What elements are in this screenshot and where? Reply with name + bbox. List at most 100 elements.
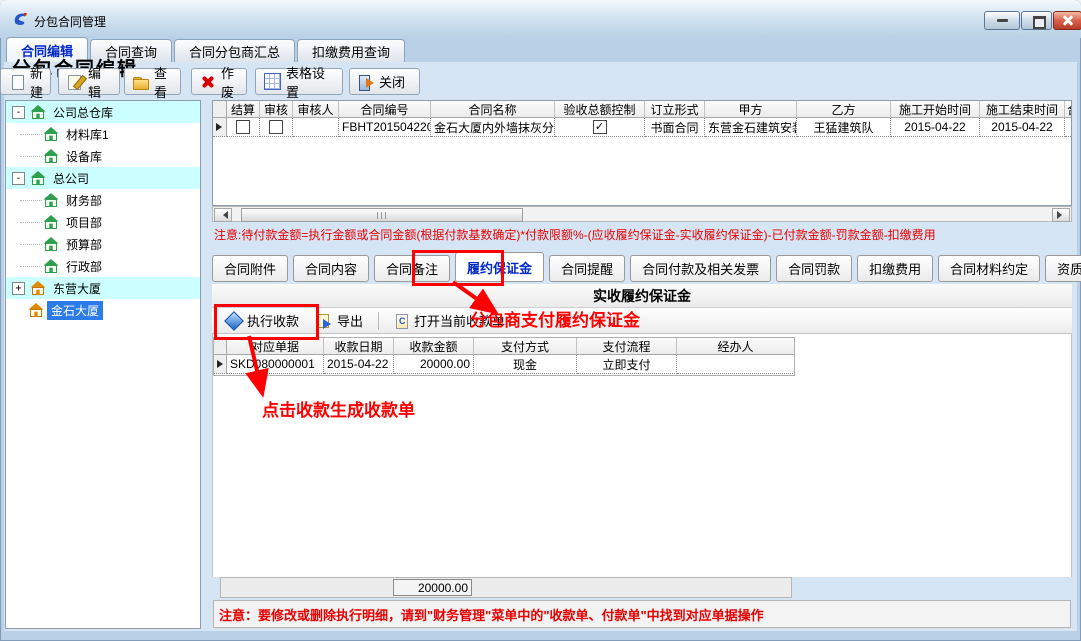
tree-collapse-icon[interactable]: -: [12, 106, 25, 119]
settle-checkbox[interactable]: [236, 120, 250, 134]
payable-formula-note: 注意:待付款金额=执行金额或合同金额(根据付款基数确定)*付款限额%-(应收履约…: [214, 226, 936, 243]
tree-item-budget-dept[interactable]: 预算部: [6, 233, 200, 255]
auditor-cell[interactable]: [293, 118, 339, 137]
acceptance-checkbox-checked[interactable]: ✓: [593, 120, 607, 134]
col-contract-no[interactable]: 合同编号: [339, 101, 431, 118]
view-button[interactable]: 查看: [124, 68, 181, 95]
col-contract-name[interactable]: 合同名称: [431, 101, 555, 118]
handler-cell[interactable]: [677, 355, 795, 374]
red-x-icon: [200, 74, 216, 90]
col-form[interactable]: 订立形式: [645, 101, 705, 118]
settle-cell[interactable]: [227, 118, 260, 137]
export-icon: [317, 313, 333, 329]
exit-door-icon: [358, 74, 374, 90]
col-handler[interactable]: 经办人: [677, 338, 795, 355]
party-a-cell[interactable]: 东营金石建筑安装: [705, 118, 797, 137]
tab-contract-content[interactable]: 合同内容: [293, 255, 369, 282]
tree-item-head-office[interactable]: - 总公司: [6, 167, 200, 189]
contract-name-cell[interactable]: 金石大厦内外墙抹灰分: [431, 118, 555, 137]
row-selector[interactable]: [214, 355, 227, 374]
tab-qualification-mgmt[interactable]: 资质管理: [1045, 255, 1081, 282]
tab-payment-invoices[interactable]: 合同付款及相关发票: [630, 255, 771, 282]
scroll-left-button[interactable]: [214, 208, 232, 222]
col-acceptance-control[interactable]: 验收总额控制: [555, 101, 645, 118]
tab-withholding-query[interactable]: 扣缴费用查询: [297, 39, 405, 62]
void-button[interactable]: 作废: [191, 68, 247, 95]
table-settings-button[interactable]: 表格设置: [255, 68, 343, 95]
tree-item-dongying-tower[interactable]: + 东营大厦: [6, 277, 200, 299]
end-date-cell[interactable]: 2015-04-22: [980, 118, 1065, 137]
tree-item-company-warehouse[interactable]: - 公司总仓库: [6, 101, 200, 123]
close-form-label: 关闭: [379, 72, 405, 91]
toolbar-divider: [378, 312, 379, 330]
form-cell[interactable]: 书面合同: [645, 118, 705, 137]
app-logo-icon: [12, 11, 28, 27]
app-window: 分包合同管理 合同编辑 合同查询 合同分包商汇总 扣缴费用查询 分包合同编辑 新…: [0, 0, 1081, 641]
col-pay-flow[interactable]: 支付流程: [577, 338, 677, 355]
tree-item-label: 行政部: [62, 257, 106, 276]
deposit-panel-title: 实收履约保证金: [212, 284, 1072, 308]
edit-button[interactable]: 编辑: [58, 68, 120, 95]
contract-no-cell[interactable]: FBHT2015042201: [339, 118, 431, 137]
pay-method-cell[interactable]: 现金: [474, 355, 577, 374]
audit-checkbox[interactable]: [269, 120, 283, 134]
col-settle[interactable]: 结算: [227, 101, 260, 118]
col-auditor[interactable]: 审核人: [293, 101, 339, 118]
doc-no-cell[interactable]: SKD080000001: [227, 355, 324, 374]
minimize-button[interactable]: [984, 11, 1020, 30]
tab-material-agreement[interactable]: 合同材料约定: [938, 255, 1040, 282]
scroll-right-button[interactable]: [1052, 208, 1070, 222]
party-b-cell[interactable]: 王猛建筑队: [797, 118, 891, 137]
tree-collapse-icon[interactable]: -: [12, 172, 25, 185]
row-selector[interactable]: [213, 118, 227, 137]
start-date-cell[interactable]: 2015-04-22: [891, 118, 980, 137]
new-button[interactable]: 新建: [0, 68, 51, 95]
col-partial[interactable]: 合: [1065, 101, 1072, 118]
partial-cell[interactable]: [1065, 118, 1072, 137]
tree-item-admin-dept[interactable]: 行政部: [6, 255, 200, 277]
close-button[interactable]: [1053, 11, 1081, 30]
col-receipt-amount[interactable]: 收款金额: [394, 338, 474, 355]
close-form-button[interactable]: 关闭: [349, 68, 420, 95]
contracts-hscrollbar[interactable]: [212, 206, 1072, 222]
tree-item-finance-dept[interactable]: 财务部: [6, 189, 200, 211]
tab-contract-penalty[interactable]: 合同罚款: [776, 255, 852, 282]
acceptance-control-cell[interactable]: ✓: [555, 118, 645, 137]
col-doc-no[interactable]: 对应单据: [227, 338, 324, 355]
tab-contract-attachments[interactable]: 合同附件: [212, 255, 288, 282]
tree-item-jinshi-tower-selected[interactable]: 金石大厦: [6, 299, 200, 321]
tree-item-material-store[interactable]: 材料库1: [6, 123, 200, 145]
receipt-row[interactable]: SKD080000001 2015-04-22 20000.00 现金 立即支付: [214, 355, 794, 374]
tree-expand-icon[interactable]: +: [12, 282, 25, 295]
tree-item-project-dept[interactable]: 项目部: [6, 211, 200, 233]
title-bar: 分包合同管理: [0, 0, 1081, 38]
tab-contract-reminder[interactable]: 合同提醒: [549, 255, 625, 282]
maximize-button[interactable]: [1021, 11, 1052, 30]
tree-connector: [20, 200, 42, 201]
deposit-toolbar: 执行收款 导出 打开当前收款单: [212, 308, 1072, 334]
execute-receipt-button[interactable]: 执行收款: [216, 308, 308, 333]
receipt-date-cell[interactable]: 2015-04-22: [324, 355, 394, 374]
scrollbar-thumb[interactable]: [241, 208, 523, 222]
col-receipt-date[interactable]: 收款日期: [324, 338, 394, 355]
audit-cell[interactable]: [260, 118, 293, 137]
col-start-date[interactable]: 施工开始时间: [891, 101, 980, 118]
col-end-date[interactable]: 施工结束时间: [980, 101, 1065, 118]
tab-withholding-fees[interactable]: 扣缴费用: [857, 255, 933, 282]
col-party-b[interactable]: 乙方: [797, 101, 891, 118]
col-audit[interactable]: 审核: [260, 101, 293, 118]
tree-item-label: 项目部: [62, 213, 106, 232]
col-party-a[interactable]: 甲方: [705, 101, 797, 118]
row-selector-header: [214, 338, 227, 355]
summary-bar: 20000.00: [220, 577, 792, 598]
scrollbar-grip-icon: [377, 212, 387, 219]
receipt-amount-cell[interactable]: 20000.00: [394, 355, 474, 374]
export-button[interactable]: 导出: [308, 308, 372, 333]
tab-performance-bond[interactable]: 履约保证金: [455, 252, 544, 282]
tab-subcontractor-summary[interactable]: 合同分包商汇总: [174, 39, 295, 62]
contract-row[interactable]: FBHT2015042201 金石大厦内外墙抹灰分 ✓ 书面合同 东营金石建筑安…: [213, 118, 1071, 137]
pay-flow-cell[interactable]: 立即支付: [577, 355, 677, 374]
tab-contract-remarks[interactable]: 合同备注: [374, 255, 450, 282]
tree-item-equipment-store[interactable]: 设备库: [6, 145, 200, 167]
col-pay-method[interactable]: 支付方式: [474, 338, 577, 355]
